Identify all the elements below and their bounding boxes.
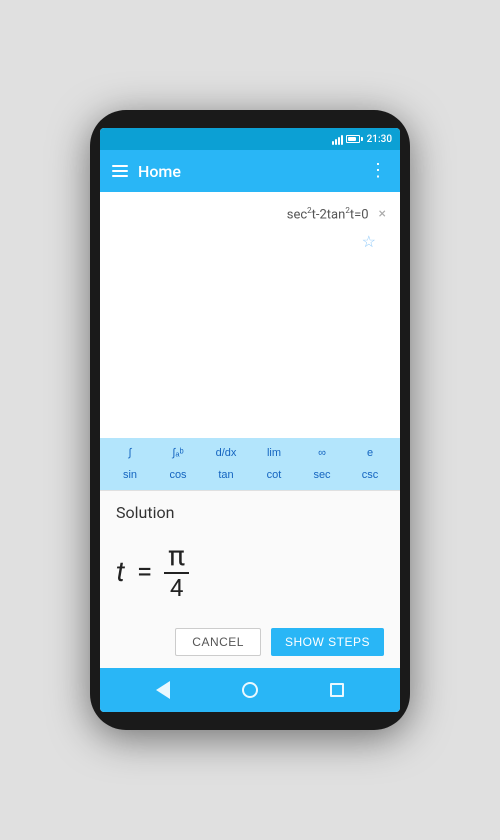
solution-numerator: π bbox=[164, 542, 189, 574]
solution-fraction: π 4 bbox=[164, 542, 189, 600]
cancel-button[interactable]: Cancel bbox=[175, 628, 261, 656]
key-sec[interactable]: sec bbox=[306, 467, 338, 483]
key-e[interactable]: e bbox=[354, 445, 386, 461]
history-actions: ☆ bbox=[112, 228, 388, 255]
solution-denominator: 4 bbox=[166, 574, 188, 600]
nav-back-button[interactable] bbox=[145, 672, 181, 708]
home-icon bbox=[242, 682, 258, 698]
nav-home-button[interactable] bbox=[232, 672, 268, 708]
solution-label: Solution bbox=[116, 503, 384, 522]
key-tan[interactable]: tan bbox=[210, 467, 242, 483]
recent-icon bbox=[330, 683, 344, 697]
nav-recent-button[interactable] bbox=[319, 672, 355, 708]
history-entry: sec2t-2tan2t=0 × bbox=[112, 200, 388, 228]
key-cos[interactable]: cos bbox=[162, 467, 194, 483]
favorite-icon[interactable]: ☆ bbox=[362, 232, 376, 251]
keyboard-bar: ∫ ∫ₐᵇ d/dx lim ∞ e sin cos tan cot sec c… bbox=[100, 438, 400, 490]
app-bar: Home ⋮ bbox=[100, 150, 400, 192]
phone-screen: 21:30 Home ⋮ sec2t-2tan2t=0 × ☆ bbox=[100, 128, 400, 712]
key-sin[interactable]: sin bbox=[114, 467, 146, 483]
history-expression: sec2t-2tan2t=0 bbox=[112, 206, 369, 222]
key-derivative[interactable]: d/dx bbox=[210, 445, 242, 461]
app-title: Home bbox=[138, 162, 359, 181]
solution-math: t = π 4 bbox=[116, 534, 384, 608]
status-icons: 21:30 bbox=[332, 133, 392, 145]
key-csc[interactable]: csc bbox=[354, 467, 386, 483]
status-time: 21:30 bbox=[367, 134, 392, 145]
more-options-icon[interactable]: ⋮ bbox=[369, 162, 388, 180]
battery-icon bbox=[346, 135, 360, 143]
phone-shell: 21:30 Home ⋮ sec2t-2tan2t=0 × ☆ bbox=[90, 110, 410, 730]
key-cot[interactable]: cot bbox=[258, 467, 290, 483]
key-infinity[interactable]: ∞ bbox=[306, 445, 338, 461]
solution-variable: t bbox=[116, 555, 125, 588]
show-steps-button[interactable]: Show steps bbox=[271, 628, 384, 656]
keyboard-row-2: sin cos tan cot sec csc bbox=[100, 464, 400, 486]
solution-equals: = bbox=[137, 555, 152, 588]
delete-history-icon[interactable]: × bbox=[377, 204, 388, 224]
signal-icon bbox=[332, 133, 343, 145]
history-area: sec2t-2tan2t=0 × ☆ bbox=[100, 192, 400, 438]
back-icon bbox=[156, 681, 170, 699]
key-definite-integral[interactable]: ∫ₐᵇ bbox=[162, 445, 194, 461]
content-area: sec2t-2tan2t=0 × ☆ ∫ ∫ₐᵇ d/dx lim ∞ e bbox=[100, 192, 400, 668]
key-integral[interactable]: ∫ bbox=[114, 445, 146, 461]
keyboard-row-1: ∫ ∫ₐᵇ d/dx lim ∞ e bbox=[100, 442, 400, 464]
nav-bar bbox=[100, 668, 400, 712]
menu-icon[interactable] bbox=[112, 165, 128, 177]
solution-panel: Solution t = π 4 Cancel Show steps bbox=[100, 490, 400, 668]
key-limit[interactable]: lim bbox=[258, 445, 290, 461]
action-buttons: Cancel Show steps bbox=[116, 624, 384, 656]
status-bar: 21:30 bbox=[100, 128, 400, 150]
